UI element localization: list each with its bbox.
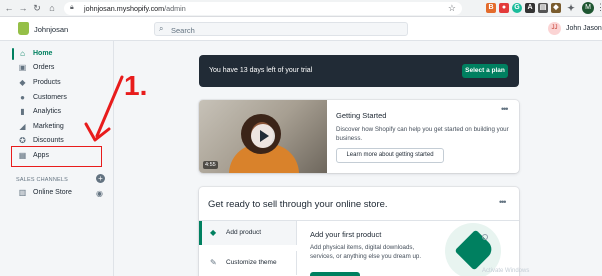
extension-icon[interactable]: ● — [499, 3, 509, 13]
tag-icon: ◆ — [210, 228, 217, 237]
extension-icon[interactable]: B — [486, 3, 496, 13]
discount-icon: ✪ — [19, 136, 26, 145]
step-label: Customize theme — [226, 259, 277, 266]
search-placeholder: Search — [171, 25, 195, 35]
lock-icon: 🔒︎ — [70, 4, 74, 11]
url-text: johnjosan.myshopify.com/admin — [84, 4, 186, 13]
video-duration: 4:55 — [203, 161, 218, 169]
setup-guide-title: Get ready to sell through your online st… — [208, 199, 388, 210]
sidebar-item-analytics[interactable]: ▮ Analytics — [0, 105, 114, 119]
bar-chart-icon: ▮ — [20, 107, 25, 116]
add-first-product-description: Add physical items, digital downloads, s… — [310, 244, 422, 260]
sidebar-item-label: Marketing — [33, 123, 64, 130]
extension-icon[interactable]: ▤ — [538, 3, 548, 13]
tag-hole — [482, 234, 488, 240]
step-add-product[interactable]: ◆ Add product — [199, 221, 297, 245]
sidebar-item-orders[interactable]: ▣ Orders — [0, 61, 114, 75]
add-channel-icon[interactable]: + — [96, 174, 105, 183]
setup-guide-card: Get ready to sell through your online st… — [199, 187, 519, 276]
extension-icon[interactable]: A — [525, 3, 535, 13]
address-bar[interactable]: 🔒︎ johnjosan.myshopify.com/admin ☆ — [64, 2, 462, 15]
more-actions-icon[interactable]: ••• — [501, 104, 509, 114]
sidebar-item-label: Products — [33, 79, 61, 86]
add-first-product-title: Add your first product — [310, 230, 382, 239]
getting-started-description: Discover how Shopify can help you get st… — [336, 126, 509, 142]
brush-icon: ✎ — [210, 258, 217, 267]
more-actions-icon[interactable]: ••• — [499, 197, 507, 207]
megaphone-icon: ◢ — [19, 122, 26, 131]
view-store-eye-icon[interactable]: ◉ — [96, 189, 103, 198]
activate-windows-watermark: Activate Windows — [482, 268, 530, 274]
sidebar-item-home[interactable]: ⌂ Home — [0, 47, 114, 61]
sidebar-item-label: Discounts — [33, 137, 64, 144]
sidebar-item-label: Online Store — [33, 189, 72, 196]
sidebar-item-label: Customers — [33, 94, 67, 101]
avatar[interactable]: JJ — [548, 22, 561, 35]
store-icon: ▥ — [18, 188, 27, 197]
search-input[interactable]: ⌕ Search — [154, 22, 408, 36]
sidebar-item-label: Analytics — [33, 108, 62, 115]
home-browser-icon[interactable]: ⌂ — [47, 3, 57, 13]
reload-icon[interactable]: ↻ — [32, 3, 42, 13]
trial-banner: You have 13 days left of your trial Sele… — [199, 55, 519, 87]
menu-kebab-icon[interactable]: ⋮ — [596, 2, 602, 13]
getting-started-title: Getting Started — [336, 111, 387, 120]
extension-icon[interactable]: G — [512, 3, 522, 13]
annotation-highlight-box — [11, 146, 102, 167]
step-label: Add product — [226, 229, 262, 236]
shopify-bag-icon — [18, 22, 29, 35]
bookmark-star-icon[interactable]: ☆ — [448, 3, 456, 14]
forward-icon[interactable]: → — [18, 3, 28, 13]
select-plan-button[interactable]: Select a plan — [462, 64, 508, 78]
admin-topbar: Johnjosan ⌕ Search JJ John Jason — [0, 17, 602, 41]
sidebar-item-label: Home — [33, 50, 53, 57]
step-customize-theme[interactable]: ✎ Customize theme — [199, 251, 297, 275]
play-icon[interactable] — [251, 124, 275, 148]
search-icon: ⌕ — [159, 24, 164, 33]
extension-icon[interactable]: ◆ — [551, 3, 561, 13]
sales-channels-title: SALES CHANNELS — [16, 177, 69, 183]
browser-toolbar: ← → ↻ ⌂ 🔒︎ johnjosan.myshopify.com/admin… — [0, 0, 602, 17]
annotation-step-number: 1. — [124, 70, 148, 101]
user-name[interactable]: John Jason — [566, 25, 602, 32]
orders-icon: ▣ — [18, 63, 27, 72]
sidebar-item-label: Orders — [33, 64, 55, 71]
sidebar-item-products[interactable]: ◆ Products — [0, 76, 114, 90]
tag-icon: ◆ — [19, 78, 26, 87]
home-icon: ⌂ — [20, 49, 25, 58]
puzzle-icon[interactable]: ✦ — [566, 3, 576, 13]
person-icon: ● — [20, 93, 25, 102]
active-indicator — [12, 48, 14, 60]
store-name[interactable]: Johnjosan — [34, 25, 68, 34]
sidebar-item-marketing[interactable]: ◢ Marketing — [0, 120, 114, 134]
sidebar-item-customers[interactable]: ● Customers — [0, 91, 114, 105]
profile-avatar[interactable]: M — [582, 2, 594, 14]
getting-started-card: 4:55 Getting Started ••• Discover how Sh… — [199, 100, 519, 173]
trial-text: You have 13 days left of your trial — [209, 67, 313, 74]
add-product-button[interactable] — [310, 272, 360, 276]
learn-more-button[interactable]: Learn more about getting started — [336, 148, 444, 163]
back-icon[interactable]: ← — [4, 3, 14, 13]
video-thumbnail[interactable]: 4:55 — [199, 100, 327, 173]
